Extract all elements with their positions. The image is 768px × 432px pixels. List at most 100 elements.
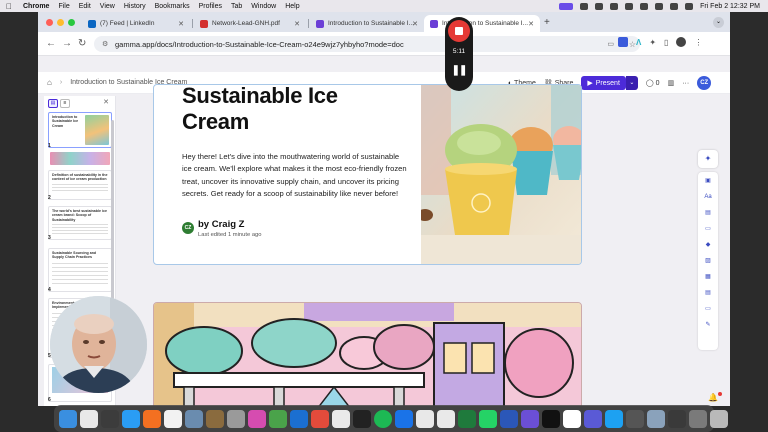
notifications-bell-icon[interactable]: 🔔: [708, 393, 718, 402]
more-icon[interactable]: ···: [682, 80, 689, 87]
comments-button[interactable]: ◯ 0: [646, 79, 660, 87]
battery-icon[interactable]: [655, 2, 664, 10]
clock[interactable]: Fri Feb 2 12:32 PM: [700, 3, 760, 10]
webcam-bubble[interactable]: [50, 296, 147, 393]
app-icon[interactable]: [353, 409, 371, 428]
outline-card-4[interactable]: Sustainable Sourcing and Supply Chain Pr…: [48, 248, 112, 292]
new-tab-button[interactable]: +: [544, 17, 550, 28]
tab-linkedin[interactable]: (7) Feed | LinkedIn ✕: [82, 15, 190, 32]
excel-icon[interactable]: [458, 409, 476, 428]
card-template-icon[interactable]: ▣: [703, 176, 713, 186]
chrome-icon[interactable]: [437, 409, 455, 428]
app-icon[interactable]: [206, 409, 224, 428]
present-dropdown-icon[interactable]: ⌄: [625, 76, 638, 90]
intro-paragraph[interactable]: Hey there! Let's dive into the mouthwate…: [182, 151, 408, 201]
ice-cream-photo[interactable]: [421, 85, 581, 264]
menu-file[interactable]: File: [58, 3, 69, 10]
settings-icon[interactable]: [227, 409, 245, 428]
doc-title[interactable]: Sustainable Ice Cream: [182, 85, 338, 135]
ai-assistant-button[interactable]: ✦: [698, 150, 718, 168]
sidepanel-icon[interactable]: ▯: [664, 38, 668, 47]
preview-icon[interactable]: [185, 409, 203, 428]
extensions-puzzle-icon[interactable]: ✦: [649, 38, 656, 47]
menu-view[interactable]: View: [100, 3, 115, 10]
outline-card-2[interactable]: Definition of sustainability in the cont…: [48, 170, 112, 200]
app-icon[interactable]: [563, 409, 581, 428]
evernote-icon[interactable]: [269, 409, 287, 428]
address-bar[interactable]: ⚙ gamma.app/docs/Introduction-to-Sustain…: [94, 36, 640, 52]
zoom-icon[interactable]: [290, 409, 308, 428]
zoom-window-button[interactable]: [68, 19, 75, 26]
edit-icon[interactable]: ✎: [703, 320, 713, 330]
close-tab-icon[interactable]: ✕: [178, 20, 184, 28]
menu-profiles[interactable]: Profiles: [199, 3, 222, 10]
list-view-icon[interactable]: ≡: [60, 99, 70, 108]
cast-icon[interactable]: ▭: [607, 40, 614, 48]
control-center-icon[interactable]: [685, 2, 694, 10]
twitter-icon[interactable]: [605, 409, 623, 428]
preview-file-icon[interactable]: [647, 409, 665, 428]
status-app-icon[interactable]: [625, 2, 634, 10]
tab-search-icon[interactable]: ⌄: [713, 17, 724, 28]
app-store-icon[interactable]: [122, 409, 140, 428]
site-info-icon[interactable]: ⚙: [102, 40, 110, 48]
embed-icon[interactable]: ▦: [703, 272, 713, 282]
close-window-button[interactable]: [46, 19, 53, 26]
title-card[interactable]: Sustainable Ice Cream Hey there! Let's d…: [153, 84, 582, 265]
tab-gamma-active[interactable]: Introduction to Sustainable I... ✕: [424, 15, 540, 32]
analytics-icon[interactable]: ▥: [668, 79, 675, 87]
finder-icon[interactable]: [59, 409, 77, 428]
extension-icon[interactable]: [618, 37, 628, 47]
home-icon[interactable]: ⌂: [47, 78, 52, 87]
layout-icon[interactable]: ▭: [703, 224, 713, 234]
spotlight-icon[interactable]: [670, 2, 679, 10]
app-icon[interactable]: [668, 409, 686, 428]
app-icon[interactable]: [248, 409, 266, 428]
menu-help[interactable]: Help: [285, 3, 299, 10]
trash-icon[interactable]: [710, 409, 728, 428]
status-app-icon[interactable]: [580, 2, 589, 10]
callout-icon[interactable]: ▤: [703, 208, 713, 218]
menu-window[interactable]: Window: [251, 3, 276, 10]
image-icon[interactable]: ▨: [703, 256, 713, 266]
stop-recording-button[interactable]: [448, 20, 470, 42]
thumbnails-view-icon[interactable]: ▤: [48, 99, 58, 108]
screen-recorder-icon[interactable]: [559, 2, 574, 10]
present-button[interactable]: ▶ Present: [581, 76, 626, 90]
slack-icon[interactable]: [416, 409, 434, 428]
url-text[interactable]: gamma.app/docs/Introduction-to-Sustainab…: [115, 40, 404, 49]
table-icon[interactable]: ▤: [703, 288, 713, 298]
outline-card-1[interactable]: Introduction to Sustainable Ice Cream 1: [48, 112, 112, 148]
forward-icon[interactable]: →: [62, 38, 72, 49]
word-icon[interactable]: [500, 409, 518, 428]
user-avatar[interactable]: CZ: [697, 76, 712, 90]
launchpad-icon[interactable]: [80, 409, 98, 428]
apple-menu-icon[interactable]: : [6, 2, 16, 11]
close-panel-icon[interactable]: ✕: [103, 98, 109, 106]
tab-gamma-1[interactable]: Introduction to Sustainable I... ✕: [310, 15, 424, 32]
app-icon[interactable]: [542, 409, 560, 428]
app-icon[interactable]: [584, 409, 602, 428]
chrome-menu-icon[interactable]: ⋮: [694, 38, 702, 47]
outline-card-3[interactable]: The world's best sustainable ice cream b…: [48, 206, 112, 240]
profile-avatar[interactable]: [676, 37, 687, 47]
reload-icon[interactable]: ↻: [78, 38, 86, 49]
app-icon[interactable]: [101, 409, 119, 428]
spotify-icon[interactable]: [374, 409, 392, 428]
close-tab-icon[interactable]: ✕: [294, 20, 300, 28]
calendar-icon[interactable]: [164, 409, 182, 428]
extension-icon[interactable]: Λ: [636, 38, 641, 47]
menu-app-name[interactable]: Chrome: [23, 3, 49, 10]
acrobat-icon[interactable]: [311, 409, 329, 428]
app-icon[interactable]: [626, 409, 644, 428]
close-tab-icon[interactable]: ✕: [412, 20, 418, 28]
back-icon[interactable]: ←: [46, 38, 56, 49]
text-icon[interactable]: Aa: [703, 192, 713, 202]
close-tab-icon[interactable]: ✕: [528, 20, 534, 28]
button-icon[interactable]: ▭: [703, 304, 713, 314]
app-icon[interactable]: [521, 409, 539, 428]
firefox-icon[interactable]: [143, 409, 161, 428]
pause-icon[interactable]: ❚❚: [445, 65, 473, 76]
menu-edit[interactable]: Edit: [79, 3, 91, 10]
tab-pdf[interactable]: Network-Lead-GNH.pdf ✕: [194, 15, 306, 32]
